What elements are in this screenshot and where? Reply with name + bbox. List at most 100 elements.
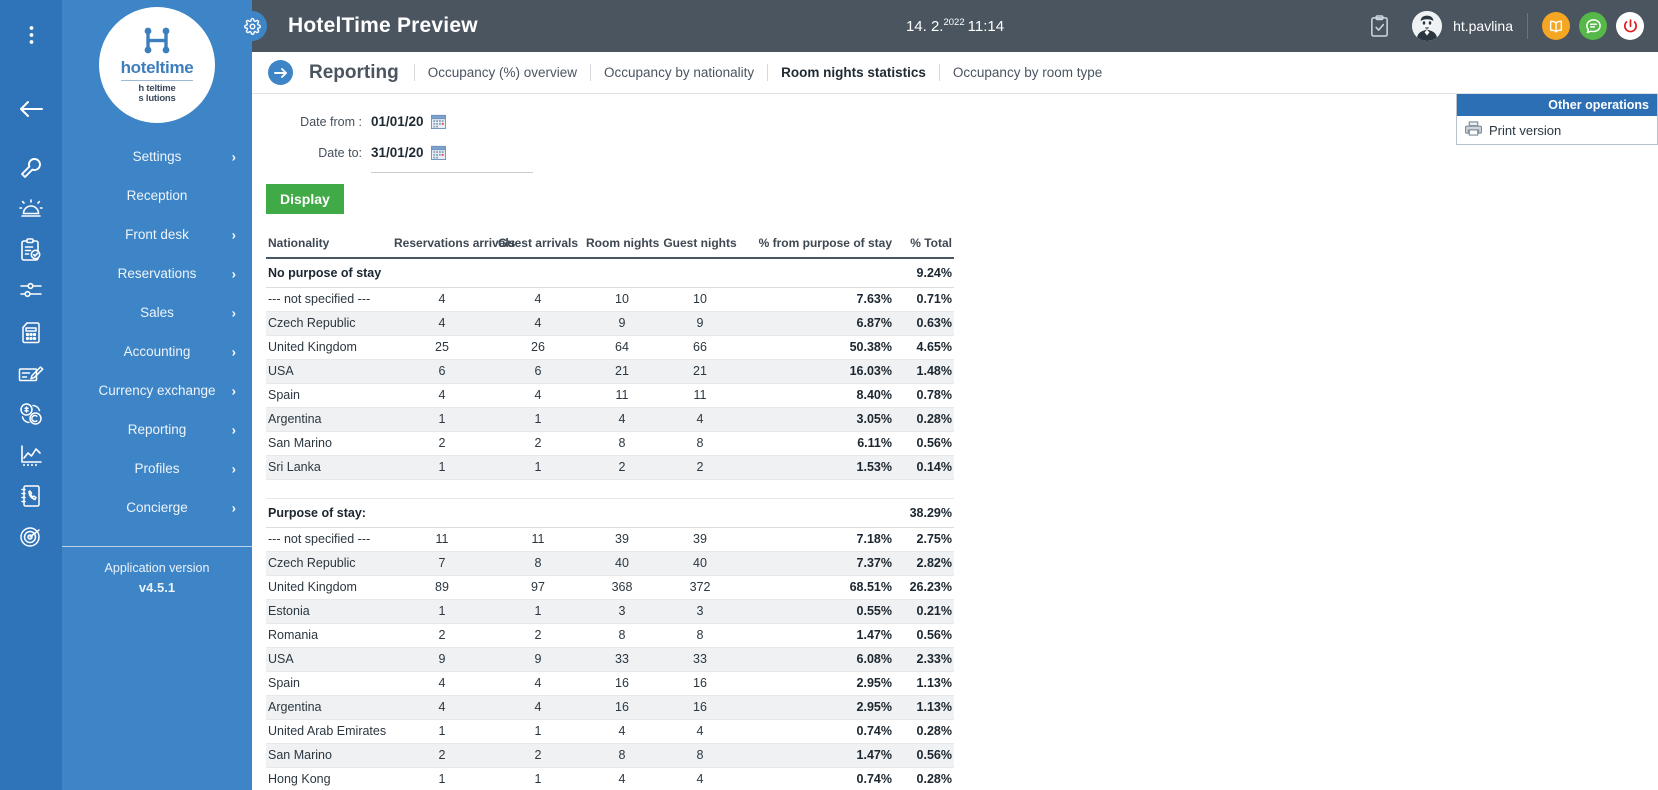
cell-pct-from-purpose: 0.74% xyxy=(742,767,892,790)
cell-room-nights: 33 xyxy=(586,647,658,672)
table-row[interactable]: San Marino 2 2 8 8 6.11% 0.56% xyxy=(266,431,954,456)
chat-bubble-icon[interactable] xyxy=(1579,12,1607,40)
table-row[interactable]: Czech Republic 4 4 9 9 6.87% 0.63% xyxy=(266,311,954,336)
back-arrow-icon[interactable] xyxy=(11,88,51,129)
calendar-icon[interactable] xyxy=(431,145,446,160)
wrench-icon[interactable] xyxy=(11,147,51,188)
chevron-right-icon: › xyxy=(231,461,236,476)
cell-reservations-arrivals: 4 xyxy=(394,311,490,336)
cell-guest-nights: 40 xyxy=(658,551,742,576)
cell-pct-total: 0.71% xyxy=(892,287,954,312)
sidebar-item-concierge[interactable]: Concierge › xyxy=(62,488,252,527)
cell-guest-nights: 39 xyxy=(658,527,742,552)
sidebar-item-accounting[interactable]: Accounting › xyxy=(62,332,252,371)
table-row[interactable]: United Kingdom 25 26 64 66 50.38% 4.65% xyxy=(266,335,954,360)
table-row[interactable]: USA 6 6 21 21 16.03% 1.48% xyxy=(266,359,954,384)
concierge-target-icon[interactable] xyxy=(11,516,51,557)
cell-nationality: San Marino xyxy=(266,743,394,768)
tab-room-nights-statistics[interactable]: Room nights statistics xyxy=(767,64,939,81)
cell-pct-total: 2.82% xyxy=(892,551,954,576)
date-from-input[interactable] xyxy=(371,114,429,129)
clipboard-check-icon[interactable] xyxy=(1369,14,1390,38)
table-row[interactable]: United Kingdom 89 97 368 372 68.51% 26.23% xyxy=(266,575,954,600)
cell-guest-arrivals: 4 xyxy=(490,383,586,408)
table-header-row: Nationality Reservations arrivals Guest … xyxy=(266,236,954,258)
menu-dots-icon[interactable] xyxy=(11,14,51,55)
sidebar-item-reception[interactable]: Reception xyxy=(62,176,252,215)
sidebar-item-sales[interactable]: Sales › xyxy=(62,293,252,332)
tab-occupancy-overview[interactable]: Occupancy (%) overview xyxy=(413,64,590,81)
table-row[interactable]: Czech Republic 7 8 40 40 7.37% 2.82% xyxy=(266,551,954,576)
sidebar-item-reporting[interactable]: Reporting › xyxy=(62,410,252,449)
display-button[interactable]: Display xyxy=(266,184,344,214)
forward-arrow-icon[interactable] xyxy=(268,60,293,85)
gear-icon[interactable] xyxy=(237,11,267,41)
print-version-item[interactable]: Print version xyxy=(1457,116,1657,144)
room-nights-statistics-table: Nationality Reservations arrivals Guest … xyxy=(266,236,954,790)
clipboard-check-icon[interactable] xyxy=(11,229,51,270)
avatar[interactable] xyxy=(1412,11,1443,41)
phone-book-icon[interactable] xyxy=(11,475,51,516)
table-row[interactable]: Estonia 1 1 3 3 0.55% 0.21% xyxy=(266,599,954,624)
table-row[interactable]: Romania 2 2 8 8 1.47% 0.56% xyxy=(266,623,954,648)
book-icon[interactable] xyxy=(1542,12,1570,40)
table-row[interactable]: Sri Lanka 1 1 2 2 1.53% 0.14% xyxy=(266,455,954,480)
sidebar-item-label: Reservations xyxy=(117,266,197,281)
cheque-pen-icon[interactable] xyxy=(11,352,51,393)
logo-tagline-line2: s lutions xyxy=(138,92,176,104)
cell-guest-arrivals: 1 xyxy=(490,719,586,744)
reception-bell-icon[interactable] xyxy=(11,188,51,229)
other-operations-title: Other operations xyxy=(1457,94,1657,116)
filter-divider xyxy=(371,172,533,173)
cell-room-nights: 11 xyxy=(586,383,658,408)
main-area: HotelTime Preview 14. 2.2022 11:14 ht.pa… xyxy=(237,0,1658,790)
cell-room-nights: 8 xyxy=(586,743,658,768)
cell-guest-arrivals: 2 xyxy=(490,623,586,648)
table-row[interactable]: San Marino 2 2 8 8 1.47% 0.56% xyxy=(266,743,954,768)
cell-guest-nights: 11 xyxy=(658,383,742,408)
cell-reservations-arrivals: 2 xyxy=(394,431,490,456)
cell-pct-from-purpose: 1.47% xyxy=(742,743,892,768)
cell-guest-arrivals: 8 xyxy=(490,551,586,576)
calendar-icon[interactable] xyxy=(431,114,446,129)
table-row[interactable]: United Arab Emirates 1 1 4 4 0.74% 0.28% xyxy=(266,719,954,744)
cell-nationality: Spain xyxy=(266,671,394,696)
sidebar-item-front-desk[interactable]: Front desk › xyxy=(62,215,252,254)
sidebar-item-settings[interactable]: Settings › xyxy=(62,137,252,176)
cell-nationality: United Arab Emirates xyxy=(266,719,394,744)
cell-reservations-arrivals: 1 xyxy=(394,719,490,744)
tab-occupancy-by-room-type[interactable]: Occupancy by room type xyxy=(938,64,1115,81)
table-row[interactable]: --- not specified --- 4 4 10 10 7.63% 0.71% xyxy=(266,287,954,312)
table-row[interactable]: Spain 4 4 16 16 2.95% 1.13% xyxy=(266,671,954,696)
table-row[interactable]: --- not specified --- 11 11 39 39 7.18% 2.75% xyxy=(266,527,954,552)
chart-line-icon[interactable] xyxy=(11,434,51,475)
cell-guest-nights: 8 xyxy=(658,743,742,768)
table-row[interactable]: USA 9 9 33 33 6.08% 2.33% xyxy=(266,647,954,672)
app-version-value: v4.5.1 xyxy=(138,580,176,596)
calculator-icon[interactable] xyxy=(11,311,51,352)
table-row[interactable]: Argentina 4 4 16 16 2.95% 1.13% xyxy=(266,695,954,720)
table-row[interactable]: Hong Kong 1 1 4 4 0.74% 0.28% xyxy=(266,767,954,790)
sliders-icon[interactable] xyxy=(11,270,51,311)
date-to-input[interactable] xyxy=(371,145,429,160)
sidebar-item-currency-exchange[interactable]: Currency exchange › xyxy=(62,371,252,410)
cell-pct-from-purpose: 6.11% xyxy=(742,431,892,456)
cell-room-nights: 2 xyxy=(586,455,658,480)
power-icon[interactable] xyxy=(1616,12,1644,40)
sidebar-item-reservations[interactable]: Reservations › xyxy=(62,254,252,293)
cell-reservations-arrivals: 4 xyxy=(394,671,490,696)
table-row[interactable]: Argentina 1 1 4 4 3.05% 0.28% xyxy=(266,407,954,432)
cell-reservations-arrivals: 1 xyxy=(394,767,490,790)
cell-guest-arrivals: 2 xyxy=(490,743,586,768)
cell-guest-arrivals: 1 xyxy=(490,455,586,480)
cell-pct-total: 0.14% xyxy=(892,455,954,480)
cell-pct-from-purpose: 1.53% xyxy=(742,455,892,480)
date-to-label: Date to: xyxy=(318,145,362,160)
tab-occupancy-by-nationality[interactable]: Occupancy by nationality xyxy=(590,64,767,81)
cell-nationality: Argentina xyxy=(266,407,394,432)
cell-guest-nights: 8 xyxy=(658,431,742,456)
table-row[interactable]: Spain 4 4 11 11 8.40% 0.78% xyxy=(266,383,954,408)
section-total: 38.29% xyxy=(892,498,954,528)
sidebar-item-profiles[interactable]: Profiles › xyxy=(62,449,252,488)
currency-exchange-icon[interactable] xyxy=(11,393,51,434)
